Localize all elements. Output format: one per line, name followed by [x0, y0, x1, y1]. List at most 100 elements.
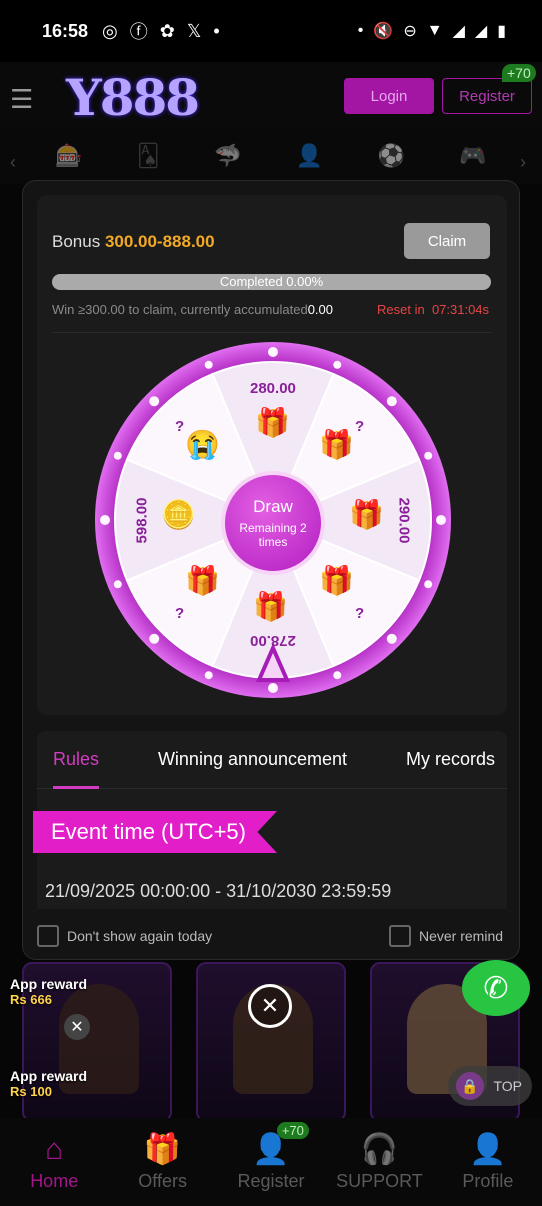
nav-label: Profile — [462, 1171, 514, 1191]
prize-label: ? — [175, 418, 185, 435]
bonus-panel: Bonus 300.00-888.00 Claim Completed 0.00… — [37, 195, 507, 715]
logo: Y888 — [66, 68, 200, 127]
facebook-icon: ⓕ — [129, 22, 148, 42]
wheel-light — [100, 515, 110, 525]
wheel-light — [113, 451, 122, 460]
nav-label: Home — [30, 1170, 79, 1191]
prize-label: ? — [175, 605, 185, 622]
gift-icon: 🎁 — [185, 565, 220, 596]
claim-button[interactable]: Claim — [404, 223, 490, 259]
signal-icon: ◢ — [452, 23, 465, 40]
wheel-light — [149, 396, 160, 407]
dot-icon: • — [357, 22, 364, 39]
crying-face-icon: 😭 — [185, 429, 220, 460]
wheel-light — [333, 671, 342, 680]
wheel-light — [424, 580, 433, 589]
app-reward-badge[interactable]: App reward Rs 100 — [10, 1068, 87, 1099]
reset-label: Reset in — [377, 302, 425, 317]
checkbox-box[interactable] — [389, 925, 411, 947]
wheel-light — [424, 451, 433, 460]
app-header: ☰ Y888 Login Register +70 — [0, 62, 542, 128]
app-reward-amount: Rs 100 — [10, 1084, 52, 1099]
gift-icon: 🎁 — [253, 591, 288, 622]
win-note: Win ≥300.00 to claim, currently accumula… — [52, 302, 333, 317]
profile-icon: 👤 — [469, 1133, 507, 1166]
battery-icon: ▮ — [497, 23, 506, 40]
nav-support[interactable]: 🎧 SUPPORT — [325, 1118, 433, 1206]
progress-label: Completed 0.00% — [219, 274, 324, 289]
tab-winning-announcement[interactable]: Winning announcement — [158, 731, 347, 789]
prize-label: 598.00 — [133, 497, 151, 544]
gift-icon: 🎁 — [143, 1133, 182, 1166]
modal-tabs: Rules Winning announcement My records — [37, 731, 507, 789]
lock-icon: 🔒 — [456, 1072, 484, 1100]
gift-box-icon: 🎁 — [349, 499, 384, 530]
remaining-label: Remaining 2 times — [239, 521, 307, 549]
bonus-amount: 300.00-888.00 — [104, 232, 215, 251]
close-icon[interactable]: ✕ — [64, 1014, 90, 1040]
progress-bar: Completed 0.00% — [52, 274, 491, 290]
close-modal-button[interactable]: ✕ — [248, 984, 292, 1028]
app-icon: ✿ — [159, 20, 175, 41]
wheel-light — [386, 396, 397, 407]
app-reward-badge[interactable]: App reward Rs 666 — [10, 976, 87, 1007]
top-label: TOP — [493, 1078, 522, 1094]
tab-my-records[interactable]: My records — [406, 731, 495, 789]
prize-label: ? — [355, 418, 365, 435]
nav-register[interactable]: +70 👤 Register — [217, 1118, 325, 1206]
nav-profile[interactable]: 👤 Profile — [434, 1118, 542, 1206]
wheel-light — [268, 683, 278, 693]
draw-button[interactable]: Draw Remaining 2 times — [221, 471, 325, 575]
whatsapp-icon[interactable]: ✆ — [462, 960, 530, 1016]
draw-label: Draw — [253, 497, 293, 516]
app-reward-label: App reward — [10, 1068, 88, 1084]
event-time-title: Event time (UTC+5) — [33, 811, 277, 853]
app-reward-label: App reward — [10, 976, 88, 992]
status-bar: 16:58 ◎ ⓕ ✿ 𝕏 • • 🔇 ⊖ ▼ ◢ ◢ ▮ — [0, 0, 542, 62]
nav-label: SUPPORT — [336, 1171, 423, 1191]
wheel-light — [113, 580, 122, 589]
dnd-icon: ⊖ — [403, 23, 417, 40]
dont-show-label: Don't show again today — [67, 928, 213, 944]
menu-icon[interactable]: ☰ — [10, 84, 33, 115]
app-reward-amount: Rs 666 — [10, 992, 52, 1007]
wheel-light — [333, 360, 342, 369]
wifi-icon: ▼ — [426, 22, 443, 39]
gift-icon: 🎁 — [319, 429, 354, 460]
register-badge: +70 — [276, 1122, 309, 1139]
reset-timer: Reset in 07:31:04s — [377, 302, 489, 317]
never-remind-checkbox[interactable]: Never remind — [389, 925, 503, 947]
prize-wheel[interactable]: 280.00 ? 290.00 ? 278.00 ? 598.00 ? 🎁 🎁 … — [93, 340, 453, 700]
divider — [52, 332, 492, 333]
prize-label: 278.00 — [250, 632, 296, 649]
mute-icon: 🔇 — [373, 23, 394, 40]
wheel-light — [204, 671, 213, 680]
wheel-light — [204, 360, 213, 369]
bonus-label: Bonus 300.00-888.00 — [52, 232, 215, 252]
headset-icon: 🎧 — [360, 1133, 399, 1166]
reset-time: 07:31:04s — [431, 302, 490, 317]
dont-show-today-checkbox[interactable]: Don't show again today — [37, 925, 212, 947]
wheel-light — [149, 633, 160, 644]
nav-label: Register — [237, 1171, 305, 1191]
register-badge: +70 — [502, 64, 536, 82]
top-button[interactable]: 🔒 TOP — [448, 1066, 532, 1106]
nav-offers[interactable]: 🎁 Offers — [108, 1118, 216, 1206]
bonus-prefix: Bonus — [52, 232, 101, 251]
nav-home[interactable]: ⌂ Home — [0, 1118, 108, 1206]
tab-rules[interactable]: Rules — [53, 731, 100, 789]
status-time: 16:58 — [42, 20, 89, 41]
gift-box-icon: 🎁 — [319, 565, 354, 596]
never-remind-label: Never remind — [419, 928, 504, 944]
signal-icon: ◢ — [474, 23, 488, 40]
register-button[interactable]: Register — [442, 78, 532, 114]
home-icon: ⌂ — [45, 1132, 64, 1166]
rules-content: Event time (UTC+5) 21/09/2025 00:00:00 -… — [33, 789, 507, 909]
checkbox-box[interactable] — [37, 925, 59, 947]
login-button[interactable]: Login — [344, 78, 434, 114]
prize-label: 290.00 — [395, 497, 413, 544]
win-note-text: Win ≥300.00 to claim, currently accumula… — [52, 302, 308, 317]
wheel-light — [386, 633, 397, 644]
instagram-icon: ◎ — [102, 20, 118, 41]
event-time-range: 21/09/2025 00:00:00 - 31/10/2030 23:59:5… — [45, 881, 392, 901]
